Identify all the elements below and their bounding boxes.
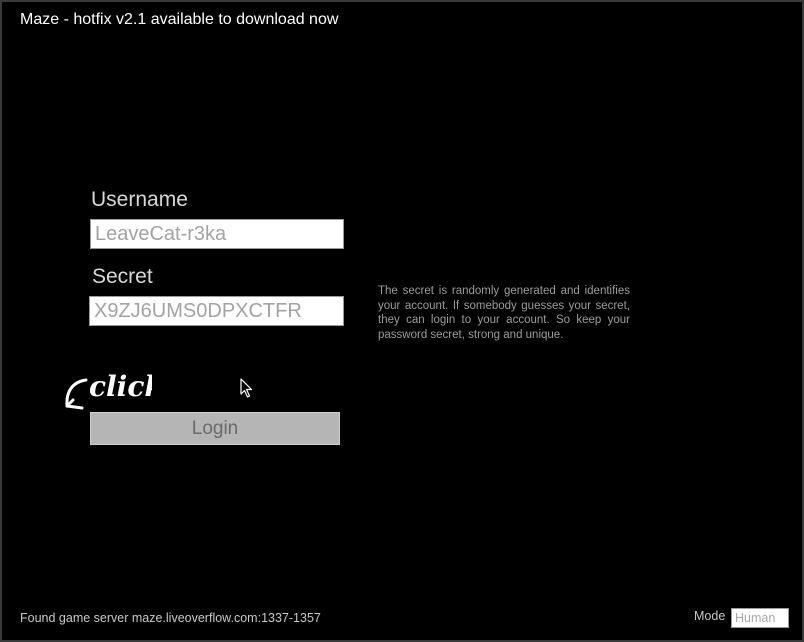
window-title: Maze - hotfix v2.1 available to download… [20, 11, 339, 28]
mouse-pointer-icon [240, 378, 253, 398]
username-label: Username [91, 188, 188, 211]
game-window: Maze - hotfix v2.1 available to download… [0, 0, 804, 642]
click-hint-text: click [89, 370, 152, 403]
mode-label: Mode [694, 609, 726, 623]
secret-label: Secret [92, 265, 153, 288]
login-button[interactable]: Login [90, 412, 340, 445]
server-status-text: Found game server maze.liveoverflow.com:… [20, 611, 321, 625]
secret-field[interactable] [89, 296, 344, 326]
secret-info-text: The secret is randomly generated and ide… [378, 285, 630, 341]
mode-select[interactable]: Human [731, 608, 789, 628]
username-field[interactable] [90, 219, 344, 249]
